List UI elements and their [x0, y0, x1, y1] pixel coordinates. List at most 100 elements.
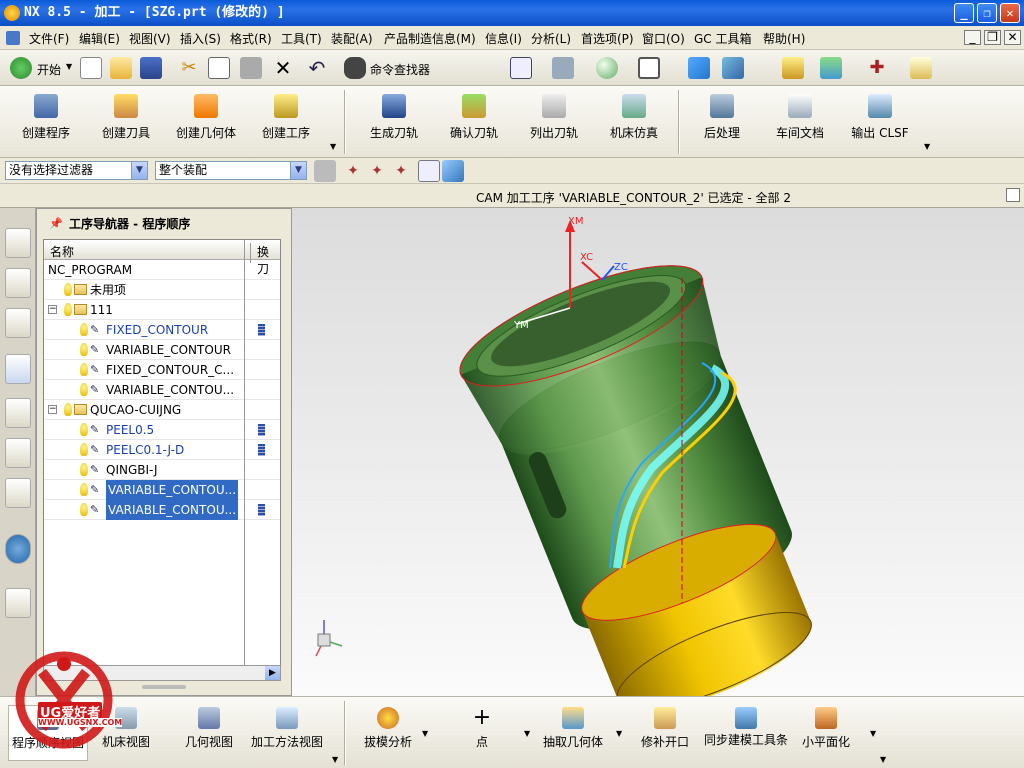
extract-geometry-button[interactable]: 抽取几何体: [540, 705, 606, 761]
menu-preferences[interactable]: 首选项(P): [581, 30, 634, 47]
horizontal-scrollbar[interactable]: ▶: [43, 665, 281, 681]
fit-view-icon[interactable]: [510, 57, 532, 79]
background-icon[interactable]: [638, 57, 660, 79]
doc-minimize-button[interactable]: _: [964, 30, 981, 45]
machine-tool-view-button[interactable]: 机床视图: [94, 705, 158, 761]
menu-format[interactable]: 格式(R): [230, 30, 272, 47]
menu-assembly[interactable]: 装配(A): [331, 30, 373, 47]
patch-opening-button[interactable]: 修补开口: [636, 705, 694, 761]
shading-sphere-icon[interactable]: [596, 57, 618, 79]
tree-row[interactable]: ✎ VARIABLE_CONTOUR: [44, 340, 280, 360]
tree-row[interactable]: − QUCAO-CUIJNG: [44, 400, 280, 420]
point-button[interactable]: + 点: [468, 705, 496, 761]
tree-row[interactable]: 未用项: [44, 280, 280, 300]
display-icon[interactable]: [440, 57, 462, 79]
menu-view[interactable]: 视图(V): [129, 30, 171, 47]
create-operation-button[interactable]: 创建工序: [244, 90, 328, 150]
facetize-button[interactable]: 小平面化: [796, 705, 856, 761]
doc-restore-button[interactable]: ❐: [984, 30, 1001, 45]
snap-mid-icon[interactable]: ✦: [390, 160, 412, 182]
draft-analysis-button[interactable]: 拔模分析: [360, 705, 416, 761]
start-button[interactable]: 开始: [37, 61, 61, 78]
tree-row[interactable]: − 111: [44, 300, 280, 320]
menu-edit[interactable]: 编辑(E): [79, 30, 120, 47]
web-browser-tab[interactable]: [5, 588, 31, 618]
list-toolpath-button[interactable]: 列出刀轨: [512, 90, 596, 150]
tree-row[interactable]: ✎ FIXED_CONTOUR_C...: [44, 360, 280, 380]
selection-filter-combo[interactable]: 没有选择过滤器 ▼: [5, 161, 148, 180]
output-clsf-button[interactable]: 输出 CLSF: [838, 90, 922, 150]
constraint-navigator-tab[interactable]: [5, 268, 31, 298]
close-button[interactable]: ✕: [1000, 3, 1020, 23]
tree-row[interactable]: ✎ PEELC0.1-J-D: [44, 440, 280, 460]
generate-toolpath-button[interactable]: 生成刀轨: [352, 90, 436, 150]
command-finder-button[interactable]: 命令查找器: [370, 61, 430, 78]
info-tab[interactable]: [5, 534, 31, 564]
snap-icon[interactable]: ✚: [866, 57, 888, 79]
tree-row[interactable]: ✎ VARIABLE_CONTOU...: [44, 500, 280, 520]
view-orient-icon[interactable]: [688, 57, 710, 79]
create-tool-button[interactable]: 创建刀具: [84, 90, 168, 150]
copy-icon[interactable]: [208, 57, 230, 79]
pin-icon[interactable]: 📌: [49, 217, 63, 230]
scroll-right-icon[interactable]: ▶: [265, 666, 280, 680]
menu-insert[interactable]: 插入(S): [180, 30, 221, 47]
menu-pmi[interactable]: 产品制造信息(M): [384, 30, 476, 47]
open-folder-icon[interactable]: [110, 57, 132, 79]
cad-model[interactable]: [292, 208, 1024, 696]
machining-feature-navigator-tab[interactable]: [5, 438, 31, 468]
doc-close-button[interactable]: ✕: [1004, 30, 1021, 45]
tree-row[interactable]: ✎ VARIABLE_CONTOU...: [44, 480, 280, 500]
assembly-scope-combo[interactable]: 整个装配 ▼: [155, 161, 307, 180]
sync-modeling-toolbar-button[interactable]: 同步建模工具条: [704, 705, 788, 761]
postprocess-button[interactable]: 后处理: [680, 90, 764, 150]
start-dropdown-icon[interactable]: ▼: [66, 62, 72, 71]
toolbar2-overflow-icon[interactable]: ▼: [330, 142, 336, 151]
chevron-down-icon[interactable]: ▼: [131, 162, 147, 179]
graphics-window[interactable]: XM XC YM ZC: [292, 208, 1024, 696]
menu-file[interactable]: 文件(F): [29, 30, 69, 47]
tree-row[interactable]: ✎ FIXED_CONTOUR: [44, 320, 280, 340]
chevron-down-icon[interactable]: ▼: [290, 162, 306, 179]
bottom-left-more-icon[interactable]: ▼: [332, 755, 338, 764]
tree-row[interactable]: ✎ PEEL0.5: [44, 420, 280, 440]
collapse-toggle-icon[interactable]: −: [48, 305, 57, 314]
undo-icon[interactable]: ↶: [306, 57, 328, 79]
create-program-button[interactable]: 创建程序: [4, 90, 88, 150]
point-dropdown-icon[interactable]: ▼: [524, 729, 530, 738]
analysis-icon[interactable]: [782, 57, 804, 79]
measure-icon[interactable]: [910, 57, 932, 79]
status-maximize-icon[interactable]: [1006, 188, 1020, 202]
menu-analysis[interactable]: 分析(L): [531, 30, 571, 47]
menu-window[interactable]: 窗口(O): [642, 30, 685, 47]
toolbar2-more-icon[interactable]: ▼: [924, 142, 930, 151]
operation-navigator-tab[interactable]: [5, 354, 31, 384]
cube-select-icon[interactable]: [442, 160, 464, 182]
box-select-icon[interactable]: [418, 160, 440, 182]
create-geometry-button[interactable]: 创建几何体: [164, 90, 248, 150]
render-style-icon[interactable]: [552, 57, 574, 79]
filter-reset-icon[interactable]: [314, 160, 336, 182]
panel-resize-handle[interactable]: [142, 685, 186, 689]
paste-icon[interactable]: [240, 57, 262, 79]
bottom-right-overflow-icon[interactable]: ▼: [880, 755, 886, 764]
machine-tool-navigator-tab[interactable]: [5, 398, 31, 428]
new-file-icon[interactable]: [80, 57, 102, 79]
machine-simulation-button[interactable]: 机床仿真: [592, 90, 676, 150]
save-icon[interactable]: [140, 57, 162, 79]
tree-row[interactable]: ✎ QINGBI-J: [44, 460, 280, 480]
minimize-button[interactable]: _: [954, 3, 974, 23]
extract-geometry-dropdown-icon[interactable]: ▼: [616, 729, 622, 738]
wcs-icon[interactable]: [722, 57, 744, 79]
selection-icon[interactable]: [820, 57, 842, 79]
tree-row[interactable]: NC_PROGRAM: [44, 260, 280, 280]
collapse-toggle-icon[interactable]: −: [48, 405, 57, 414]
menu-info[interactable]: 信息(I): [485, 30, 522, 47]
machining-method-view-button[interactable]: 加工方法视图: [246, 705, 328, 761]
menu-tools[interactable]: 工具(T): [281, 30, 322, 47]
menu-help[interactable]: 帮助(H): [763, 30, 805, 47]
column-name-header[interactable]: 名称: [50, 243, 74, 260]
cut-icon[interactable]: ✂: [178, 57, 200, 79]
restore-button[interactable]: ❐: [977, 3, 997, 23]
snap-point-icon[interactable]: ✦: [342, 160, 364, 182]
